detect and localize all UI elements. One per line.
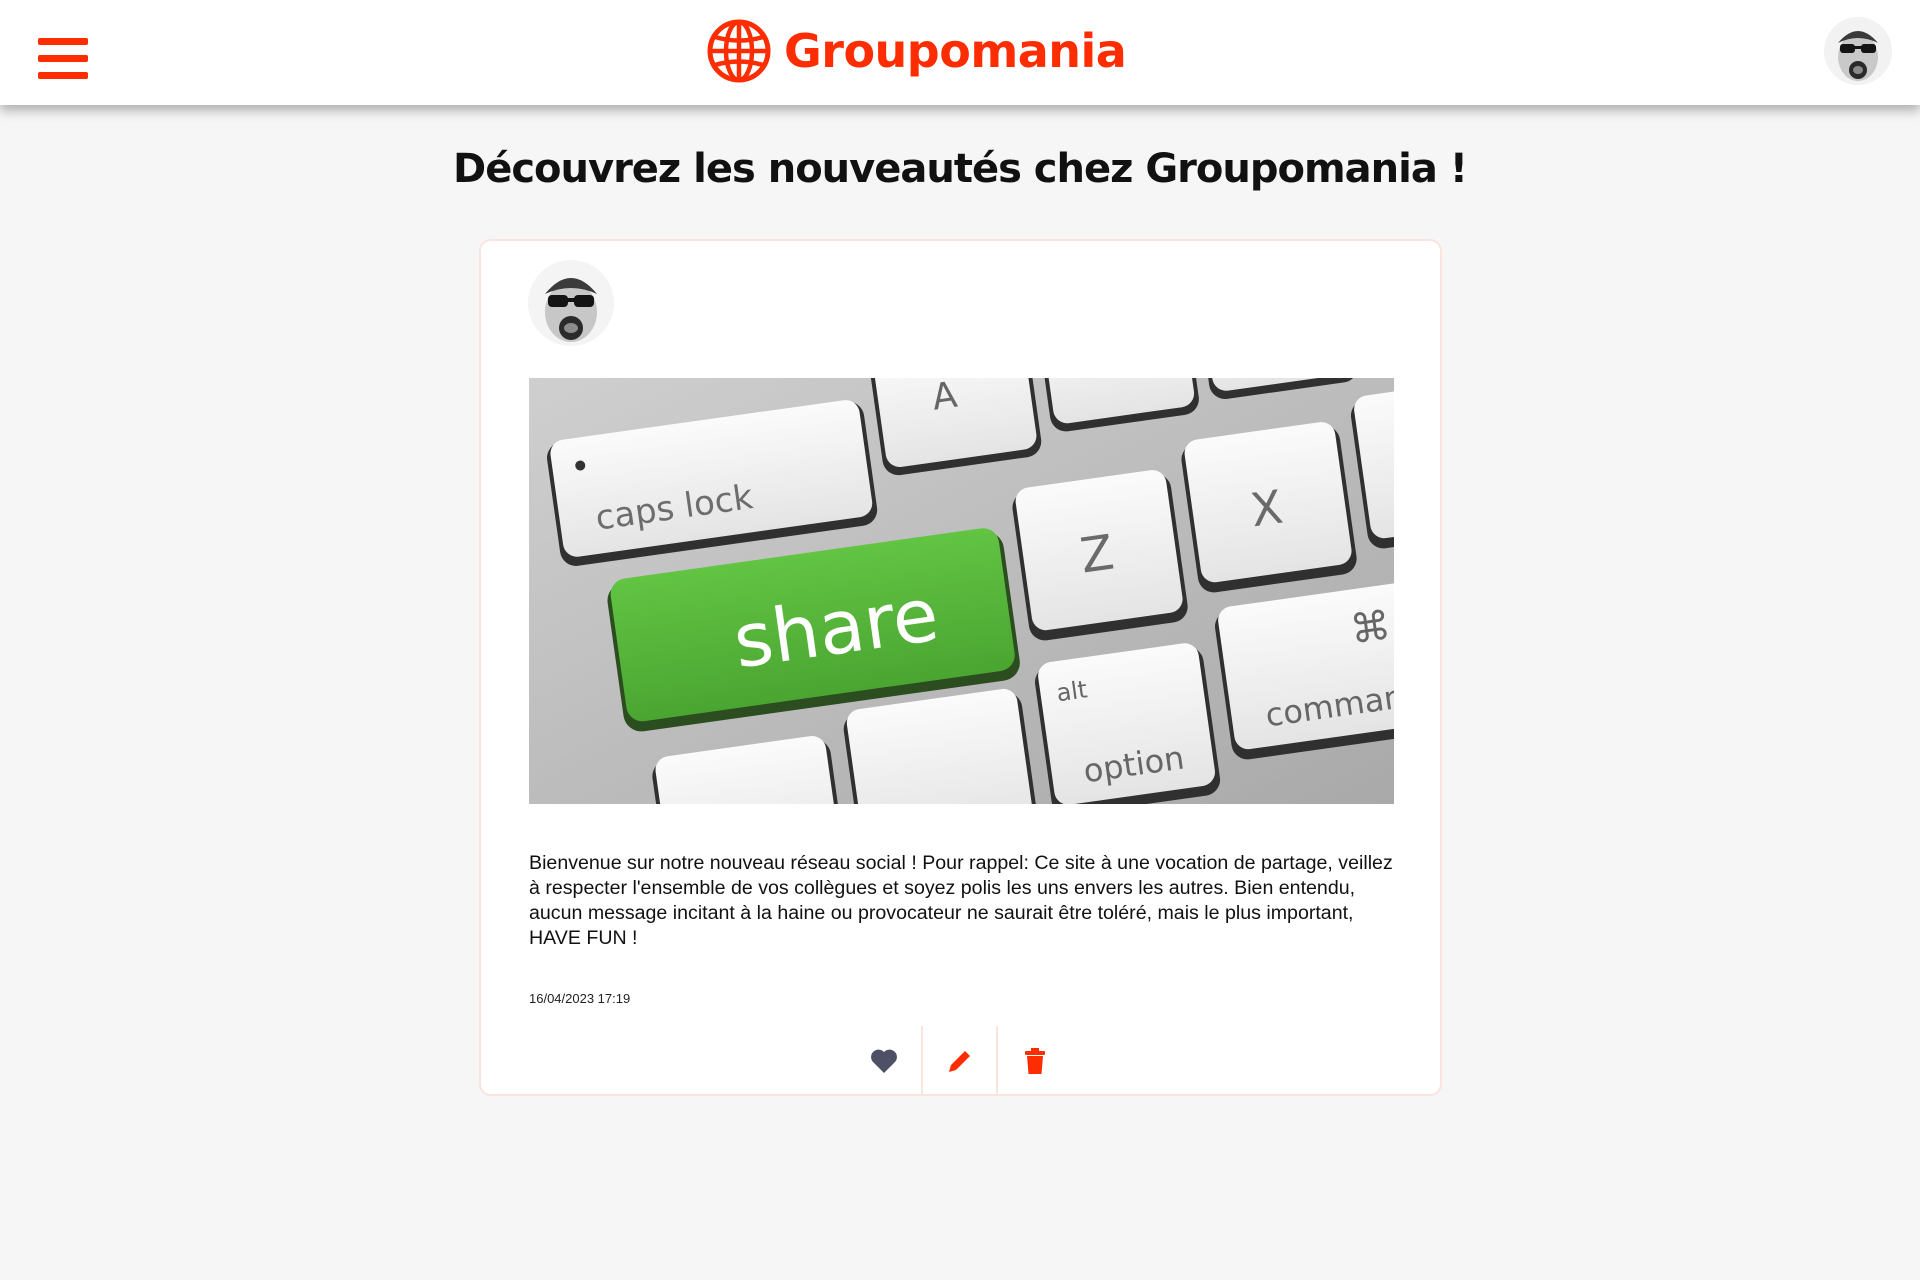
key-x: X [1181,422,1357,593]
menu-line [38,38,88,45]
hamburger-menu-icon[interactable] [38,38,88,80]
menu-line [38,55,88,62]
user-avatar[interactable] [1824,17,1892,85]
like-button[interactable] [846,1026,921,1096]
post-author-avatar [528,260,614,346]
post-actions [846,1026,1071,1096]
post-card: caps lock A share Z X alt option ⌘ comma… [479,239,1442,1096]
keyboard-share-image: caps lock A share Z X alt option ⌘ comma… [529,378,1394,804]
pencil-icon [948,1051,970,1072]
trash-icon [1024,1048,1045,1074]
svg-text:alt: alt [1055,675,1089,707]
post-date: 16/04/2023 17:19 [529,991,631,1006]
delete-post-button[interactable] [996,1026,1071,1096]
avatar-face-icon [528,260,614,346]
heart-icon [870,1049,897,1073]
globe-icon [707,19,771,83]
edit-post-button[interactable] [921,1026,996,1096]
page-title: Découvrez les nouveautés chez Groupomani… [453,146,1468,192]
avatar-face-icon [1824,17,1892,85]
menu-line [38,72,88,79]
key-z: Z [1012,470,1188,641]
brand-name: Groupomania [784,24,1127,78]
brand-logo-link[interactable]: Groupomania [706,18,1127,84]
post-text: Bienvenue sur notre nouveau réseau socia… [529,852,1393,949]
svg-text:⌘: ⌘ [1348,603,1394,654]
top-navigation-bar: Groupomania [0,0,1920,105]
key-option: alt option [1034,643,1221,804]
post-image: caps lock A share Z X alt option ⌘ comma… [529,378,1394,804]
